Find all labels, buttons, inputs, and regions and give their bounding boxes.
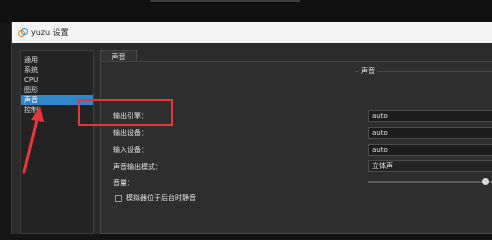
annotation-arrow-icon — [22, 106, 44, 174]
